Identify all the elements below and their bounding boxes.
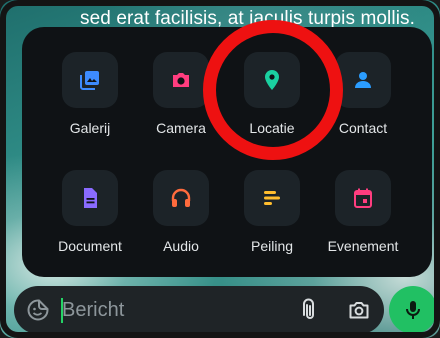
voice-record-button[interactable] [389, 286, 437, 334]
attach-audio-button[interactable]: Audio [136, 170, 226, 254]
attach-document-label: Document [58, 238, 122, 254]
attach-poll-button[interactable]: Peiling [227, 170, 317, 254]
chat-screen: sed erat facilisis, at iaculis turpis mo… [0, 0, 440, 338]
camera-button[interactable] [341, 292, 377, 328]
microphone-icon [406, 301, 420, 319]
attach-poll-label: Peiling [250, 238, 294, 254]
sticker-button[interactable] [20, 292, 56, 328]
attach-audio-label: Audio [163, 238, 199, 254]
message-composer [14, 286, 384, 334]
calendar-event-icon [335, 170, 391, 226]
attach-document-button[interactable]: Document [45, 170, 135, 254]
attach-button[interactable] [292, 292, 328, 328]
camera-icon [153, 52, 209, 108]
composer-camera-icon [349, 302, 369, 319]
sticker-icon [27, 299, 49, 321]
attach-gallery-label: Galerij [69, 120, 111, 136]
highlight-circle-annotation [203, 20, 343, 160]
poll-icon [244, 170, 300, 226]
attach-gallery-button[interactable]: Galerij [45, 52, 135, 136]
message-input[interactable] [62, 298, 282, 322]
document-icon [62, 170, 118, 226]
headphones-icon [153, 170, 209, 226]
gallery-icon [62, 52, 118, 108]
attach-event-label: Evenement [327, 238, 399, 254]
paperclip-icon [303, 298, 314, 319]
attach-event-button[interactable]: Evenement [318, 170, 408, 254]
contact-person-icon [335, 52, 391, 108]
